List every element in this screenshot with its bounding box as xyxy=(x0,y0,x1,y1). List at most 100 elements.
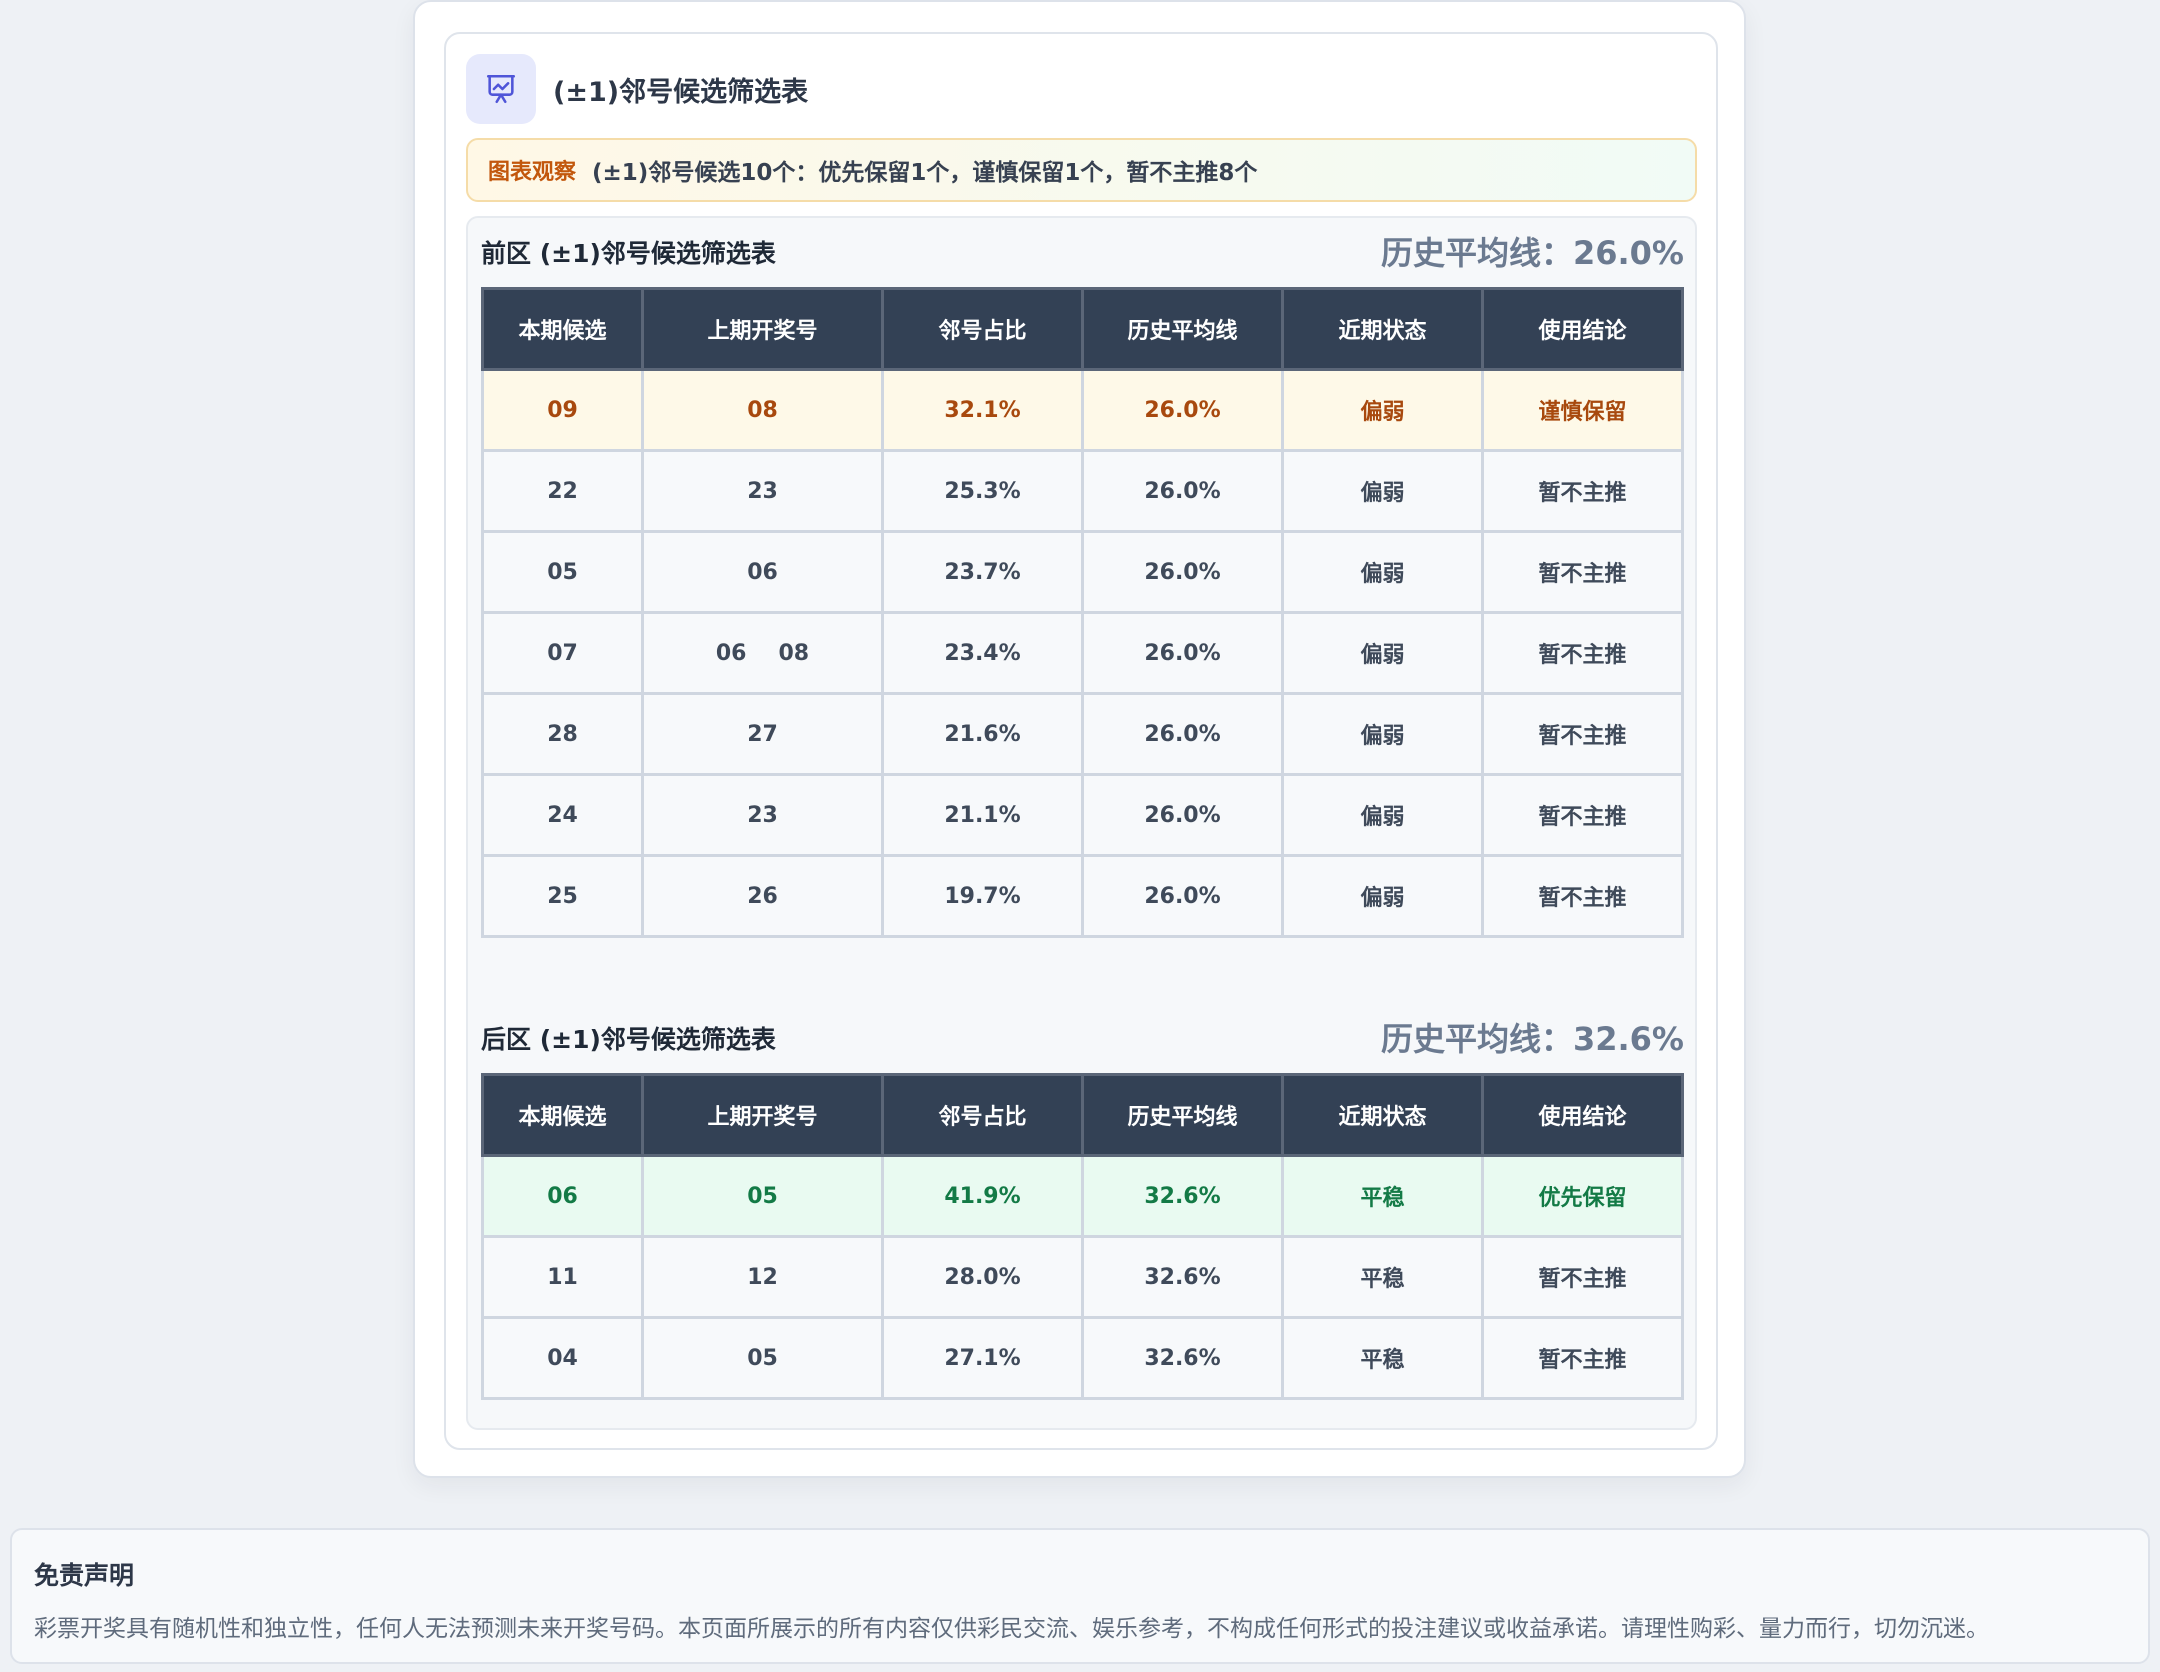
average-cell: 32.6% xyxy=(1081,1316,1284,1400)
previous-draw-cell: 05 xyxy=(641,1316,884,1400)
front-table: 本期候选 上期开奖号 邻号占比 历史平均线 近期状态 使用结论 09 08 32.1… xyxy=(481,287,1684,938)
ratio-cell: 19.7% xyxy=(881,854,1084,938)
ratio-cell: 23.7% xyxy=(881,530,1084,614)
candidate-cell: 06 xyxy=(481,1154,644,1238)
disclaimer-title: 免责声明 xyxy=(34,1561,135,1590)
column-header: 使用结论 xyxy=(1481,287,1684,371)
observation-banner: 图表观察 (±1)邻号候选10个：优先保留1个，谨慎保留1个，暂不主推8个 xyxy=(466,138,1697,202)
ratio-cell: 23.4% xyxy=(881,611,1084,695)
previous-draw-number: 05 xyxy=(747,1345,778,1371)
average-cell: 26.0% xyxy=(1081,530,1284,614)
column-header: 本期候选 xyxy=(481,287,644,371)
ratio-cell: 21.1% xyxy=(881,773,1084,857)
back-table-header: 本期候选 上期开奖号 邻号占比 历史平均线 近期状态 使用结论 xyxy=(481,1073,1684,1157)
column-header: 使用结论 xyxy=(1481,1073,1684,1157)
previous-draw-number: 12 xyxy=(747,1264,778,1290)
previous-draw-cell: 05 xyxy=(641,1154,884,1238)
status-cell: 偏弱 xyxy=(1281,530,1484,614)
previous-draw-cell: 26 xyxy=(641,854,884,938)
conclusion-cell: 暂不主推 xyxy=(1481,530,1684,614)
back-table: 本期候选 上期开奖号 邻号占比 历史平均线 近期状态 使用结论 06 05 41.9… xyxy=(481,1073,1684,1400)
status-cell: 偏弱 xyxy=(1281,854,1484,938)
conclusion-cell: 暂不主推 xyxy=(1481,449,1684,533)
front-table-header: 本期候选 上期开奖号 邻号占比 历史平均线 近期状态 使用结论 xyxy=(481,287,1684,371)
previous-draw-cell: 27 xyxy=(641,692,884,776)
outer-card: (±1)邻号候选筛选表 图表观察 (±1)邻号候选10个：优先保留1个，谨慎保留… xyxy=(413,0,1746,1478)
candidate-cell: 05 xyxy=(481,530,644,614)
previous-draw-cell: 23 xyxy=(641,773,884,857)
ratio-cell: 28.0% xyxy=(881,1235,1084,1319)
column-header: 邻号占比 xyxy=(881,287,1084,371)
candidate-cell: 09 xyxy=(481,368,644,452)
average-cell: 32.6% xyxy=(1081,1235,1284,1319)
disclaimer-text: 彩票开奖具有随机性和独立性，任何人无法预测未来开奖号码。本页面所展示的所有内容仅… xyxy=(34,1616,1989,1642)
average-cell: 26.0% xyxy=(1081,368,1284,452)
ratio-cell: 25.3% xyxy=(881,449,1084,533)
table-row: 09 08 32.1% 26.0% 偏弱 谨慎保留 xyxy=(481,368,1684,452)
previous-draw-number: 23 xyxy=(747,802,778,828)
presentation-chart-icon xyxy=(466,54,536,124)
back-section-head: 后区 (±1)邻号候选筛选表 历史平均线：32.6% xyxy=(481,1004,1684,1074)
candidate-cell: 24 xyxy=(481,773,644,857)
table-row: 25 26 19.7% 26.0% 偏弱 暂不主推 xyxy=(481,854,1684,938)
table-row: 28 27 21.6% 26.0% 偏弱 暂不主推 xyxy=(481,692,1684,776)
ratio-cell: 41.9% xyxy=(881,1154,1084,1238)
conclusion-cell: 暂不主推 xyxy=(1481,1316,1684,1400)
conclusion-cell: 谨慎保留 xyxy=(1481,368,1684,452)
column-header: 上期开奖号 xyxy=(641,287,884,371)
front-section-title: 前区 (±1)邻号候选筛选表 xyxy=(481,239,776,268)
status-cell: 偏弱 xyxy=(1281,611,1484,695)
tables-area: 前区 (±1)邻号候选筛选表 历史平均线：26.0% 本期候选 上期开奖号 邻号… xyxy=(466,216,1697,1430)
previous-draw-number: 08 xyxy=(747,397,778,423)
candidate-cell: 04 xyxy=(481,1316,644,1400)
previous-draw-number: 05 xyxy=(747,1183,778,1209)
conclusion-cell: 暂不主推 xyxy=(1481,611,1684,695)
average-cell: 26.0% xyxy=(1081,611,1284,695)
disclaimer: 免责声明 彩票开奖具有随机性和独立性，任何人无法预测未来开奖号码。本页面所展示的… xyxy=(10,1528,2150,1664)
previous-draw-cell: 08 xyxy=(641,368,884,452)
card-title: (±1)邻号候选筛选表 xyxy=(553,76,809,108)
status-cell: 平稳 xyxy=(1281,1316,1484,1400)
column-header: 本期候选 xyxy=(481,1073,644,1157)
column-header: 近期状态 xyxy=(1281,287,1484,371)
ratio-cell: 21.6% xyxy=(881,692,1084,776)
conclusion-cell: 暂不主推 xyxy=(1481,1235,1684,1319)
observation-text: (±1)邻号候选10个：优先保留1个，谨慎保留1个，暂不主推8个 xyxy=(592,160,1258,186)
table-row: 04 05 27.1% 32.6% 平稳 暂不主推 xyxy=(481,1316,1684,1400)
previous-draw-cell: 12 xyxy=(641,1235,884,1319)
average-cell: 26.0% xyxy=(1081,449,1284,533)
conclusion-cell: 优先保留 xyxy=(1481,1154,1684,1238)
candidate-cell: 11 xyxy=(481,1235,644,1319)
previous-draw-number: 27 xyxy=(747,721,778,747)
table-row: 24 23 21.1% 26.0% 偏弱 暂不主推 xyxy=(481,773,1684,857)
card-header: (±1)邻号候选筛选表 xyxy=(466,54,808,124)
status-cell: 平稳 xyxy=(1281,1154,1484,1238)
status-cell: 偏弱 xyxy=(1281,692,1484,776)
status-cell: 平稳 xyxy=(1281,1235,1484,1319)
conclusion-cell: 暂不主推 xyxy=(1481,692,1684,776)
ratio-cell: 32.1% xyxy=(881,368,1084,452)
back-section: 后区 (±1)邻号候选筛选表 历史平均线：32.6% 本期候选 上期开奖号 邻号… xyxy=(481,1004,1684,1400)
observation-label: 图表观察 xyxy=(488,160,577,185)
previous-draw-cell: 23 xyxy=(641,449,884,533)
column-header: 近期状态 xyxy=(1281,1073,1484,1157)
back-section-title: 后区 (±1)邻号候选筛选表 xyxy=(481,1025,776,1054)
average-cell: 26.0% xyxy=(1081,854,1284,938)
ratio-cell: 27.1% xyxy=(881,1316,1084,1400)
candidate-cell: 07 xyxy=(481,611,644,695)
table-row: 06 05 41.9% 32.6% 平稳 优先保留 xyxy=(481,1154,1684,1238)
status-cell: 偏弱 xyxy=(1281,773,1484,857)
table-row: 11 12 28.0% 32.6% 平稳 暂不主推 xyxy=(481,1235,1684,1319)
front-average-line: 历史平均线：26.0% xyxy=(1380,234,1684,272)
average-cell: 26.0% xyxy=(1081,692,1284,776)
average-cell: 32.6% xyxy=(1081,1154,1284,1238)
column-header: 历史平均线 xyxy=(1081,287,1284,371)
average-cell: 26.0% xyxy=(1081,773,1284,857)
conclusion-cell: 暂不主推 xyxy=(1481,773,1684,857)
front-section-head: 前区 (±1)邻号候选筛选表 历史平均线：26.0% xyxy=(481,218,1684,288)
column-header: 上期开奖号 xyxy=(641,1073,884,1157)
previous-draw-number: 08 xyxy=(778,640,810,666)
previous-draw-number: 26 xyxy=(747,883,778,909)
previous-draw-cell: 06 xyxy=(641,530,884,614)
previous-draw-number: 23 xyxy=(747,478,778,504)
